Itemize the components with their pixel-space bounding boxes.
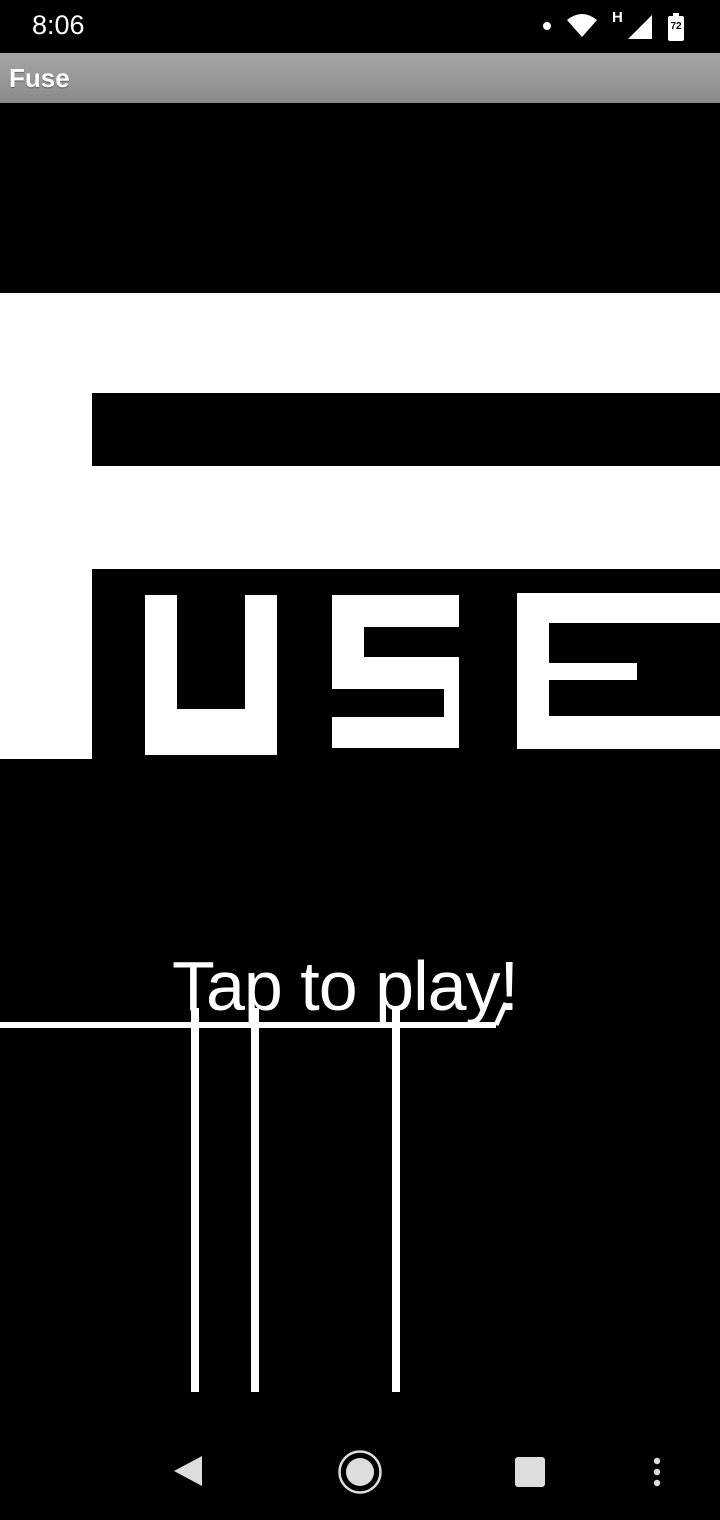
home-circle-icon[interactable]	[337, 1449, 383, 1500]
overflow-menu-icon[interactable]	[652, 1457, 662, 1492]
notification-dot-icon	[542, 18, 552, 36]
logo-f-middle-bar	[0, 466, 720, 569]
navigation-bar	[0, 1430, 720, 1520]
fuse-lines	[0, 1001, 509, 1392]
game-canvas[interactable]: Tap to play!	[0, 103, 720, 1430]
logo-letter-u	[145, 595, 277, 755]
recents-square-icon[interactable]	[514, 1456, 546, 1493]
logo-letter-s	[332, 595, 459, 748]
logo-f-top-bar	[0, 293, 720, 393]
cellular-signal-icon: H	[612, 9, 654, 41]
back-triangle-icon[interactable]	[172, 1454, 204, 1493]
status-time: 8:06	[32, 10, 85, 40]
status-bar: 8:06 H 72	[0, 0, 720, 53]
battery-level-label: 72	[670, 21, 682, 32]
app-title: Fuse	[9, 63, 70, 93]
fuse-logo	[0, 293, 720, 759]
battery-icon: 72	[668, 13, 684, 41]
game-graphics	[0, 293, 720, 1392]
app-title-bar: Fuse	[0, 53, 720, 103]
logo-letter-e	[517, 593, 720, 749]
tap-to-play-prompt: Tap to play!	[172, 947, 519, 1025]
status-icons: H 72	[542, 9, 684, 43]
wifi-icon	[566, 12, 598, 43]
